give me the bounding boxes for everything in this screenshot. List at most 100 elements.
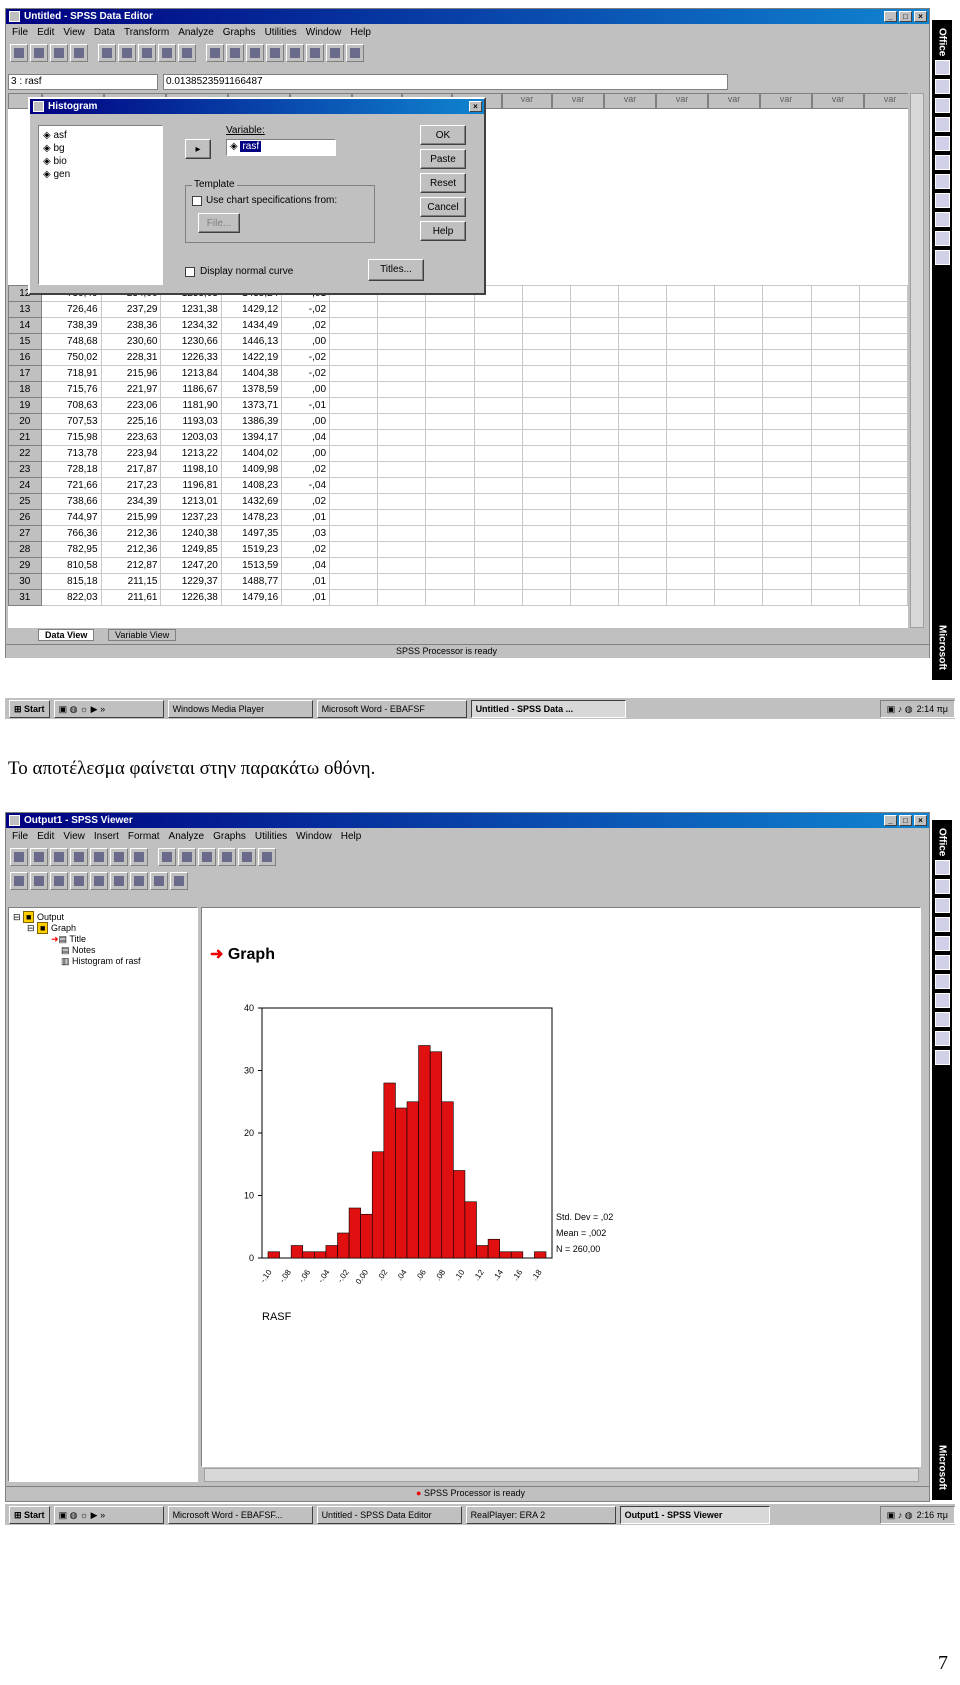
use-sets-icon[interactable] xyxy=(218,848,236,866)
table-cell[interactable]: 708,63 xyxy=(40,397,102,414)
table-cell[interactable] xyxy=(521,333,571,350)
list-item[interactable]: ◈ asf xyxy=(43,130,158,143)
table-cell[interactable]: 715,98 xyxy=(40,429,102,446)
office-app-icon[interactable] xyxy=(934,193,950,209)
table-cell[interactable] xyxy=(762,285,812,302)
office-app-icon[interactable] xyxy=(934,98,950,114)
taskbar-item-word[interactable]: Microsoft Word - EBAFSF xyxy=(316,699,467,718)
table-cell[interactable]: 1434,49 xyxy=(220,317,283,334)
table-cell[interactable] xyxy=(617,509,668,526)
use-spec-checkbox[interactable] xyxy=(192,196,202,206)
table-cell[interactable] xyxy=(666,493,716,510)
table-cell[interactable] xyxy=(425,589,475,606)
table-cell[interactable] xyxy=(714,285,764,302)
table-cell[interactable] xyxy=(473,493,523,510)
table-cell[interactable] xyxy=(617,333,668,350)
table-cell[interactable]: ,00 xyxy=(281,413,331,430)
table-cell[interactable] xyxy=(617,381,668,398)
table-cell[interactable] xyxy=(377,589,427,606)
promote-icon[interactable] xyxy=(10,872,28,890)
designate-window-icon[interactable] xyxy=(258,848,276,866)
table-cell[interactable] xyxy=(377,573,427,590)
table-cell[interactable]: 1479,16 xyxy=(220,589,283,606)
row-header[interactable]: 28 xyxy=(8,541,42,558)
demote-icon[interactable] xyxy=(30,872,48,890)
table-cell[interactable] xyxy=(617,365,668,382)
table-cell[interactable] xyxy=(425,397,475,414)
vertical-scrollbar[interactable] xyxy=(910,93,924,628)
normal-curve-checkbox[interactable] xyxy=(185,267,195,277)
table-cell[interactable] xyxy=(377,413,427,430)
table-cell[interactable]: 748,68 xyxy=(40,333,102,350)
row-header[interactable]: 18 xyxy=(8,381,42,398)
minimize-button[interactable]: _ xyxy=(884,815,897,826)
table-cell[interactable] xyxy=(473,349,523,366)
menu-help[interactable]: Help xyxy=(341,831,362,842)
cell-value-input[interactable]: 0.0138523591166487 xyxy=(163,74,728,90)
print-icon[interactable] xyxy=(50,848,68,866)
table-cell[interactable] xyxy=(858,429,908,446)
table-cell[interactable] xyxy=(473,397,523,414)
table-cell[interactable] xyxy=(714,573,764,590)
office-app-icon[interactable] xyxy=(934,79,950,95)
value-labels-icon[interactable] xyxy=(326,44,344,62)
table-cell[interactable] xyxy=(377,541,427,558)
table-cell[interactable] xyxy=(329,509,379,526)
table-cell[interactable]: ,01 xyxy=(281,589,331,606)
table-cell[interactable] xyxy=(329,333,379,350)
source-variable-list[interactable]: ◈ asf ◈ bg ◈ bio ◈ gen xyxy=(38,125,163,285)
menu-window[interactable]: Window xyxy=(306,27,342,38)
table-cell[interactable] xyxy=(377,349,427,366)
table-cell[interactable]: 713,78 xyxy=(40,445,102,462)
table-cell[interactable] xyxy=(569,445,619,462)
table-cell[interactable]: 225,16 xyxy=(100,413,162,430)
menu-graphs[interactable]: Graphs xyxy=(213,831,246,842)
tab-data-view[interactable]: Data View xyxy=(38,629,95,641)
table-cell[interactable] xyxy=(569,541,619,558)
table-cell[interactable] xyxy=(810,573,860,590)
office-app-icon[interactable] xyxy=(934,993,950,1009)
table-cell[interactable]: ,01 xyxy=(281,509,331,526)
table-cell[interactable]: 1229,37 xyxy=(160,573,222,590)
table-cell[interactable] xyxy=(666,557,716,574)
paste-button[interactable]: Paste xyxy=(420,149,466,169)
show-icon[interactable] xyxy=(90,872,108,890)
office-app-icon[interactable] xyxy=(934,974,950,990)
table-cell[interactable]: 211,15 xyxy=(100,573,162,590)
goto-chart-icon[interactable] xyxy=(178,848,196,866)
table-cell[interactable]: 1429,12 xyxy=(220,301,283,318)
table-cell[interactable] xyxy=(714,333,764,350)
dialog-recall-icon[interactable] xyxy=(70,44,88,62)
table-cell[interactable] xyxy=(858,477,908,494)
dialog-close-button[interactable]: × xyxy=(469,101,482,112)
table-cell[interactable] xyxy=(521,285,571,302)
tree-title[interactable]: ➜▤ Title xyxy=(13,934,193,945)
table-cell[interactable] xyxy=(473,557,523,574)
row-header[interactable]: 30 xyxy=(8,573,42,590)
table-cell[interactable] xyxy=(714,525,764,542)
table-cell[interactable] xyxy=(666,301,716,318)
print-icon[interactable] xyxy=(50,44,68,62)
column-header[interactable]: var xyxy=(656,93,708,109)
save-icon[interactable] xyxy=(30,44,48,62)
table-cell[interactable] xyxy=(521,541,571,558)
table-cell[interactable] xyxy=(569,573,619,590)
table-cell[interactable]: 1373,71 xyxy=(220,397,283,414)
table-cell[interactable] xyxy=(714,509,764,526)
table-cell[interactable] xyxy=(569,349,619,366)
table-cell[interactable] xyxy=(762,397,812,414)
table-cell[interactable]: 744,97 xyxy=(40,509,102,526)
table-cell[interactable] xyxy=(473,381,523,398)
table-cell[interactable] xyxy=(858,301,908,318)
table-cell[interactable]: -,02 xyxy=(281,301,331,318)
menu-help[interactable]: Help xyxy=(350,27,371,38)
insert-title-icon[interactable] xyxy=(150,872,168,890)
table-cell[interactable] xyxy=(617,285,668,302)
row-header[interactable]: 14 xyxy=(8,317,42,334)
table-cell[interactable] xyxy=(714,397,764,414)
table-cell[interactable]: 707,53 xyxy=(40,413,102,430)
table-cell[interactable]: 815,18 xyxy=(40,573,102,590)
table-cell[interactable] xyxy=(810,557,860,574)
table-cell[interactable] xyxy=(329,317,379,334)
table-cell[interactable] xyxy=(569,413,619,430)
